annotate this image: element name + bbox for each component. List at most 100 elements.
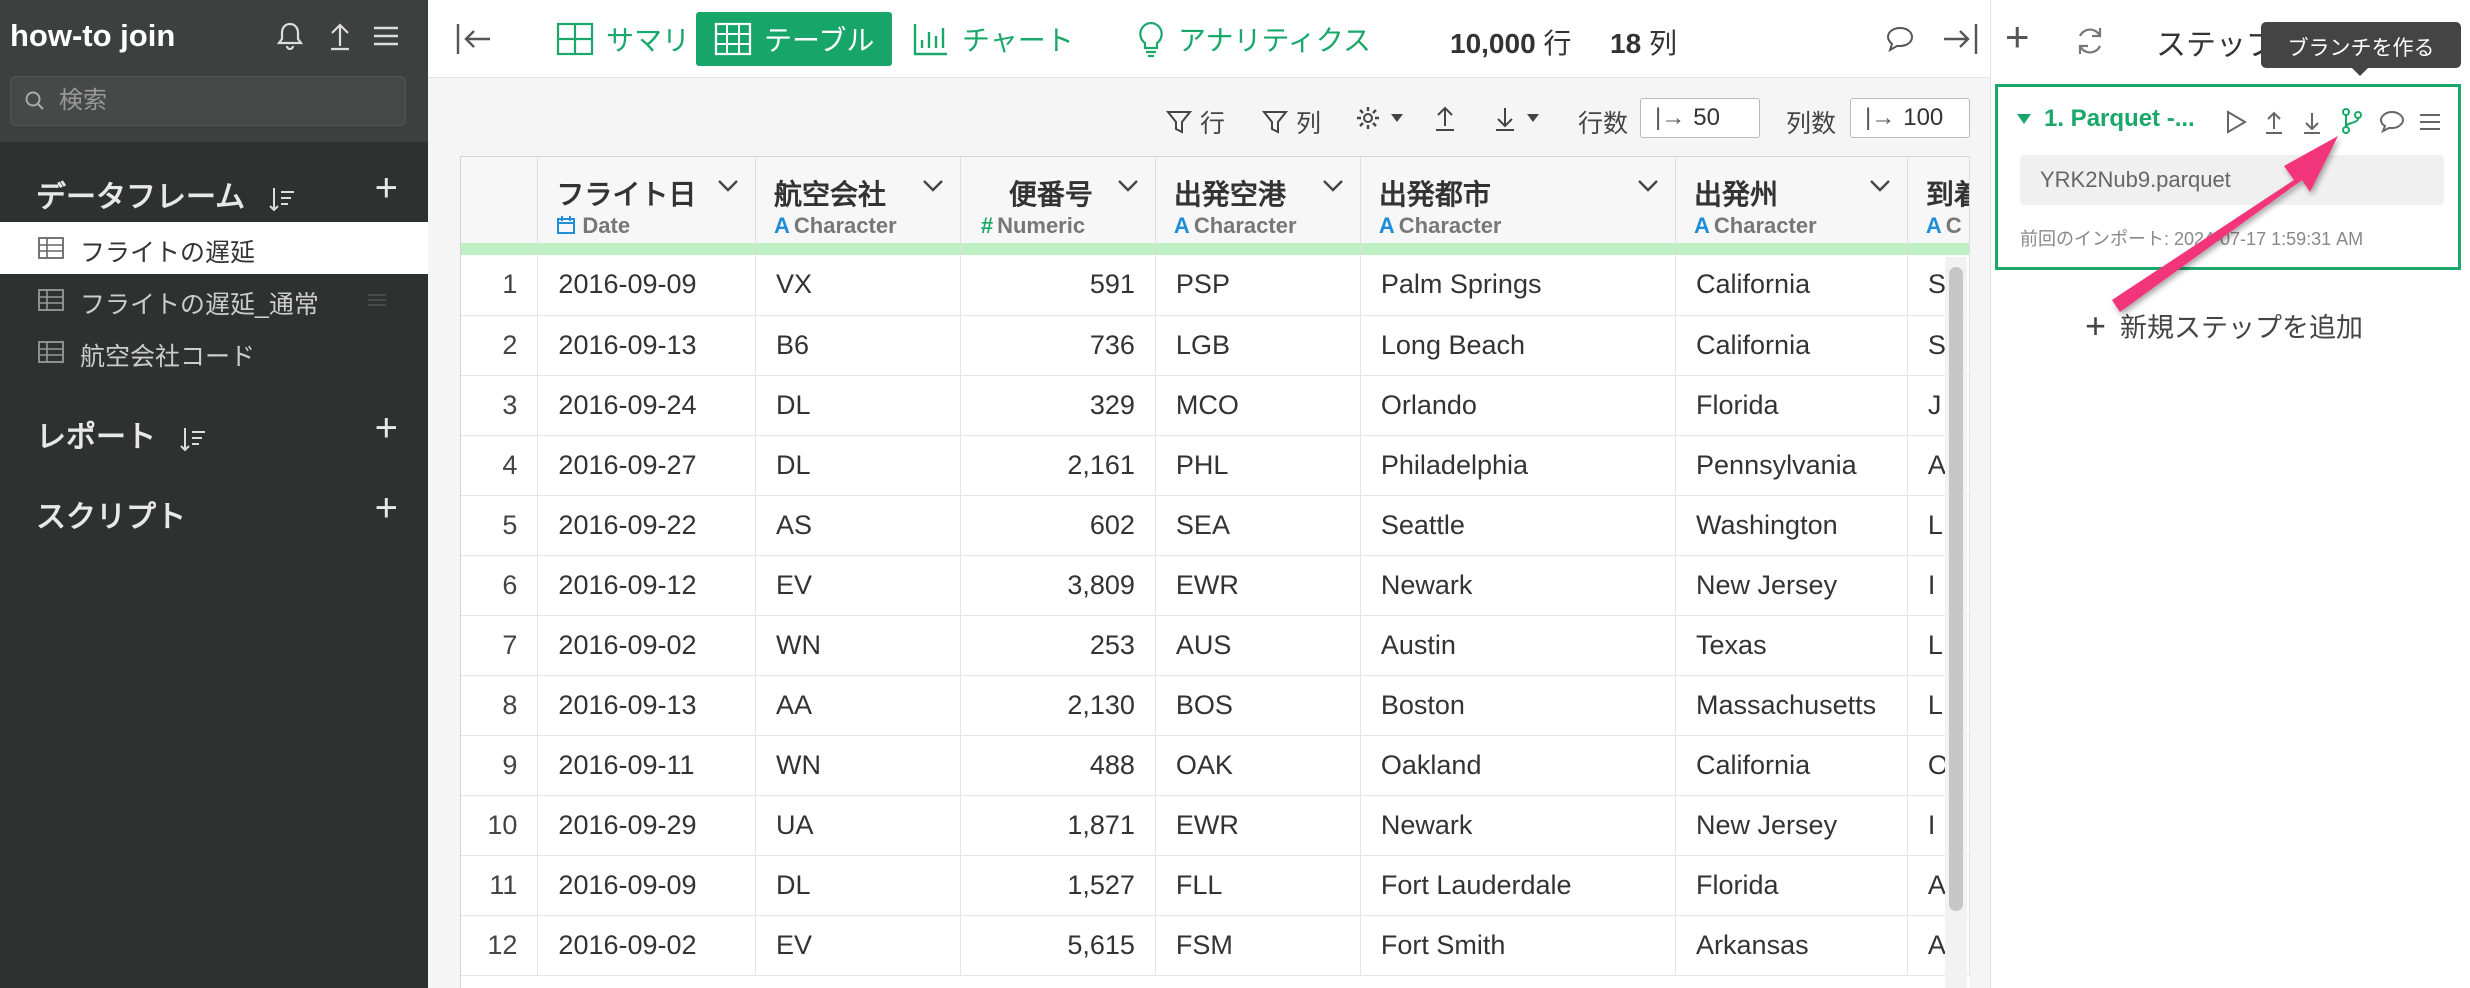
add-new-step-button[interactable]: + 新規ステップを追加: [2085, 306, 2363, 345]
table-cell[interactable]: 2016-09-12: [537, 555, 757, 616]
table-cell[interactable]: New Jersey: [1675, 795, 1908, 856]
table-cell[interactable]: 253: [960, 615, 1156, 676]
table-cell[interactable]: 2016-09-22: [537, 495, 757, 556]
table-cell[interactable]: 2016-09-09: [537, 855, 757, 916]
table-cell[interactable]: Massachusetts: [1675, 675, 1908, 736]
table-cell[interactable]: 2016-09-13: [537, 315, 757, 376]
table-cell[interactable]: OAK: [1155, 735, 1361, 796]
table-cell[interactable]: Austin: [1360, 615, 1677, 676]
chevron-down-icon[interactable]: [922, 179, 944, 193]
table-cell[interactable]: 3,809: [960, 555, 1156, 616]
table-cell[interactable]: MCO: [1155, 375, 1361, 436]
table-cell[interactable]: 2016-09-02: [537, 915, 757, 976]
add-step-plus-button[interactable]: +: [2005, 16, 2030, 58]
table-cell[interactable]: FSM: [1155, 915, 1361, 976]
table-cell[interactable]: EV: [755, 915, 961, 976]
table-cell[interactable]: Newark: [1360, 795, 1677, 856]
table-cell[interactable]: BOS: [1155, 675, 1361, 736]
table-cell[interactable]: FLL: [1155, 855, 1361, 916]
table-cell[interactable]: 329: [960, 375, 1156, 436]
table-cell[interactable]: Arkansas: [1675, 915, 1908, 976]
table-cell[interactable]: 2016-09-13: [537, 675, 757, 736]
table-cell[interactable]: SEA: [1155, 495, 1361, 556]
chevron-down-icon[interactable]: [717, 179, 739, 193]
chevron-down-icon[interactable]: [1869, 179, 1891, 193]
step-card[interactable]: 1. Parquet -... YRK2Nub9.parquet 前回のインポー…: [1995, 84, 2461, 270]
chevron-down-icon[interactable]: [1637, 179, 1659, 193]
table-cell[interactable]: Florida: [1675, 375, 1908, 436]
sidebar-search[interactable]: [10, 76, 406, 126]
table-cell[interactable]: DL: [755, 435, 961, 496]
table-cell[interactable]: 736: [960, 315, 1156, 376]
caret-down-icon[interactable]: [2016, 113, 2032, 125]
branch-icon[interactable]: [2340, 107, 2364, 135]
play-icon[interactable]: [2224, 109, 2248, 135]
upload-icon[interactable]: [322, 18, 358, 54]
table-cell[interactable]: PSP: [1155, 255, 1361, 316]
table-cell[interactable]: AS: [755, 495, 961, 556]
comment-icon[interactable]: [2378, 109, 2406, 135]
row-limit-input[interactable]: |→ 50: [1640, 98, 1760, 138]
table-cell[interactable]: 602: [960, 495, 1156, 556]
table-cell[interactable]: 1,527: [960, 855, 1156, 916]
column-filter-button[interactable]: 列: [1262, 104, 1321, 140]
tab-summary[interactable]: サマリ: [538, 12, 708, 66]
upload-icon[interactable]: [2262, 109, 2286, 135]
table-cell[interactable]: DL: [755, 855, 961, 916]
table-cell[interactable]: EV: [755, 555, 961, 616]
table-cell[interactable]: WN: [755, 615, 961, 676]
download-dropdown[interactable]: [1492, 104, 1540, 132]
tab-analytics[interactable]: アナリティクス: [1118, 12, 1389, 66]
table-cell[interactable]: LGB: [1155, 315, 1361, 376]
table-cell[interactable]: 488: [960, 735, 1156, 796]
table-cell[interactable]: Texas: [1675, 615, 1908, 676]
search-input[interactable]: [59, 85, 389, 117]
add-report-button[interactable]: +: [375, 408, 398, 448]
menu-icon[interactable]: [2418, 111, 2442, 133]
table-cell[interactable]: WN: [755, 735, 961, 796]
table-cell[interactable]: AA: [755, 675, 961, 736]
settings-dropdown[interactable]: [1354, 104, 1404, 132]
table-cell[interactable]: Fort Lauderdale: [1360, 855, 1677, 916]
add-dataframe-button[interactable]: +: [375, 168, 398, 208]
sidebar-item-dataframe-2[interactable]: 航空会社コード: [0, 326, 428, 378]
table-cell[interactable]: 2016-09-11: [537, 735, 757, 796]
table-cell[interactable]: 2,161: [960, 435, 1156, 496]
table-cell[interactable]: 2016-09-29: [537, 795, 757, 856]
add-script-button[interactable]: +: [375, 488, 398, 528]
table-cell[interactable]: Boston: [1360, 675, 1677, 736]
comment-icon[interactable]: [1884, 24, 1916, 54]
sort-icon[interactable]: [178, 424, 208, 454]
refresh-icon[interactable]: [2073, 24, 2107, 58]
tab-chart[interactable]: チャート: [894, 12, 1092, 66]
step-title[interactable]: 1. Parquet -...: [2044, 105, 2195, 133]
table-cell[interactable]: B6: [755, 315, 961, 376]
upload-icon[interactable]: [1432, 104, 1458, 132]
table-cell[interactable]: California: [1675, 315, 1908, 376]
column-header[interactable]: フライト日 Date: [537, 157, 757, 255]
table-cell[interactable]: Orlando: [1360, 375, 1677, 436]
drag-handle-icon[interactable]: [366, 290, 388, 310]
row-filter-button[interactable]: 行: [1166, 104, 1225, 140]
column-header[interactable]: 出発空港 A Character: [1155, 157, 1361, 255]
column-limit-input[interactable]: |→ 100: [1850, 98, 1970, 138]
table-cell[interactable]: EWR: [1155, 795, 1361, 856]
menu-icon[interactable]: [368, 18, 404, 54]
vertical-scrollbar-thumb[interactable]: [1949, 267, 1963, 911]
table-cell[interactable]: PHL: [1155, 435, 1361, 496]
column-header[interactable]: 到着 AC: [1907, 157, 1970, 255]
chevron-down-icon[interactable]: [1322, 179, 1344, 193]
column-header[interactable]: 便番号 # Numeric: [960, 157, 1156, 255]
table-cell[interactable]: VX: [755, 255, 961, 316]
table-cell[interactable]: 2,130: [960, 675, 1156, 736]
table-cell[interactable]: Philadelphia: [1360, 435, 1677, 496]
column-header[interactable]: 航空会社 A Character: [755, 157, 961, 255]
column-header[interactable]: 出発州 A Character: [1675, 157, 1908, 255]
column-header[interactable]: 出発都市 A Character: [1360, 157, 1677, 255]
table-cell[interactable]: 2016-09-09: [537, 255, 757, 316]
table-cell[interactable]: Florida: [1675, 855, 1908, 916]
table-cell[interactable]: Oakland: [1360, 735, 1677, 796]
table-cell[interactable]: 2016-09-24: [537, 375, 757, 436]
table-cell[interactable]: 591: [960, 255, 1156, 316]
table-cell[interactable]: 2016-09-27: [537, 435, 757, 496]
